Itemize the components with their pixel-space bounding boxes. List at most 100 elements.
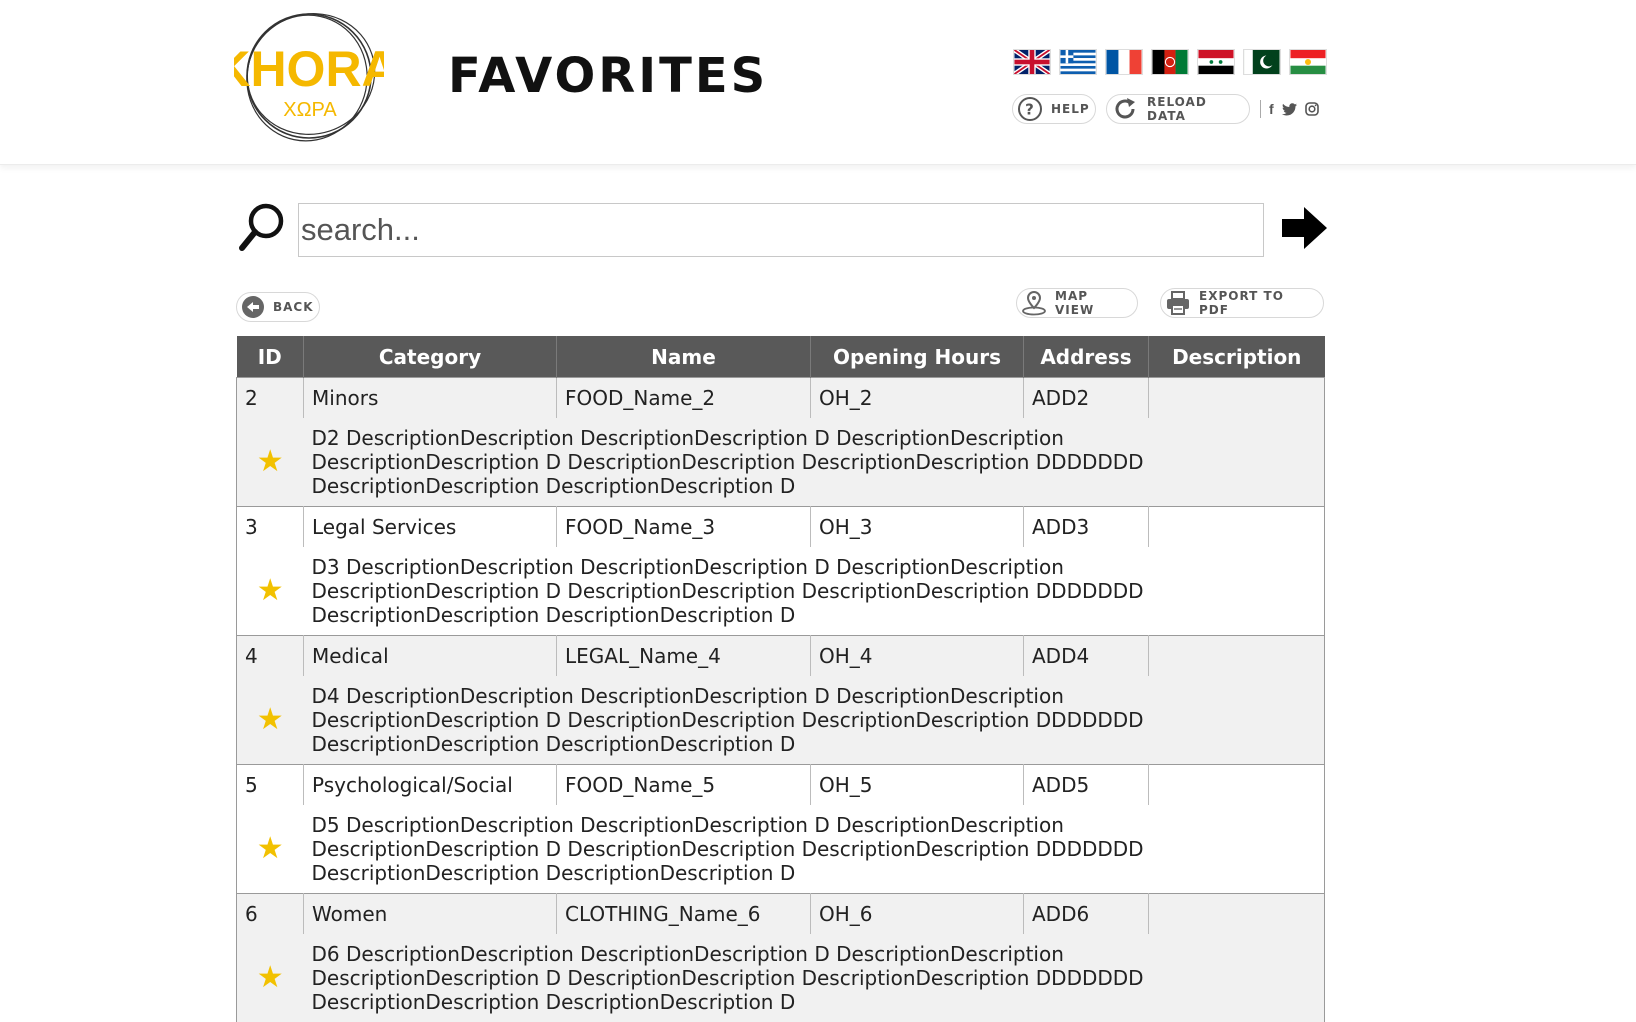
table-row[interactable]: 5 Psychological/Social FOOD_Name_5 OH_5 … — [236, 764, 1325, 805]
star-icon[interactable]: ★ — [257, 960, 284, 995]
favorite-toggle[interactable]: ★ — [236, 676, 304, 765]
star-icon[interactable]: ★ — [257, 702, 284, 737]
cell-opening-hours: OH_4 — [810, 635, 1024, 676]
column-header-address[interactable]: Address — [1023, 336, 1149, 378]
cell-id: 6 — [236, 893, 304, 934]
svg-text:ΧΩΡΑ: ΧΩΡΑ — [283, 99, 337, 121]
cell-category: Minors — [303, 377, 557, 418]
cell-category: Psychological/Social — [303, 764, 557, 805]
cell-description-empty — [1148, 635, 1325, 676]
language-flags — [1013, 49, 1327, 75]
table-row[interactable]: 3 Legal Services FOOD_Name_3 OH_3 ADD3 — [236, 506, 1325, 547]
cell-description-empty — [1148, 377, 1325, 418]
back-button[interactable]: BACK — [236, 292, 320, 322]
cell-description: D2 DescriptionDescription DescriptionDes… — [303, 418, 1325, 507]
table-row-description: ★ D6 DescriptionDescription DescriptionD… — [236, 934, 1325, 1022]
favorites-table: ID Category Name Opening Hours Address D… — [236, 336, 1325, 1022]
afghanistan-flag-icon[interactable] — [1151, 49, 1189, 75]
cell-address: ADD2 — [1023, 377, 1149, 418]
table-row-description: ★ D2 DescriptionDescription DescriptionD… — [236, 418, 1325, 507]
table-header-row: ID Category Name Opening Hours Address D… — [236, 336, 1325, 378]
top-header: KHORA ΧΩΡΑ FAVORITES — [0, 0, 1636, 165]
cell-id: 3 — [236, 506, 304, 547]
cell-description: D4 DescriptionDescription DescriptionDes… — [303, 676, 1325, 765]
cell-name: FOOD_Name_2 — [556, 377, 811, 418]
reload-icon — [1111, 95, 1139, 123]
map-pin-icon — [1021, 290, 1047, 316]
page-title: FAVORITES — [448, 48, 769, 104]
cell-id: 5 — [236, 764, 304, 805]
cell-id: 4 — [236, 635, 304, 676]
map-view-label: MAP VIEW — [1055, 289, 1095, 317]
table-row[interactable]: 4 Medical LEGAL_Name_4 OH_4 ADD4 — [236, 635, 1325, 676]
help-label: HELP — [1051, 102, 1090, 116]
cell-name: CLOTHING_Name_6 — [556, 893, 811, 934]
star-icon[interactable]: ★ — [257, 444, 284, 479]
column-header-opening-hours[interactable]: Opening Hours — [810, 336, 1024, 378]
pakistan-flag-icon[interactable] — [1243, 49, 1281, 75]
favorite-toggle[interactable]: ★ — [236, 934, 304, 1022]
table-row-description: ★ D5 DescriptionDescription DescriptionD… — [236, 805, 1325, 894]
cell-opening-hours: OH_2 — [810, 377, 1024, 418]
column-header-name[interactable]: Name — [556, 336, 811, 378]
star-icon[interactable]: ★ — [257, 831, 284, 866]
facebook-icon[interactable]: f — [1269, 101, 1274, 117]
map-view-button[interactable]: MAP VIEW — [1016, 288, 1138, 318]
arrow-right-icon[interactable] — [1282, 205, 1328, 251]
favorite-toggle[interactable]: ★ — [236, 418, 304, 507]
svg-text:?: ? — [1025, 101, 1035, 119]
cell-category: Women — [303, 893, 557, 934]
column-header-description[interactable]: Description — [1148, 336, 1325, 378]
printer-icon — [1165, 290, 1191, 316]
cell-description: D5 DescriptionDescription DescriptionDes… — [303, 805, 1325, 894]
table-row[interactable]: 2 Minors FOOD_Name_2 OH_2 ADD2 — [236, 377, 1325, 418]
cell-name: LEGAL_Name_4 — [556, 635, 811, 676]
favorite-toggle[interactable]: ★ — [236, 547, 304, 636]
cell-address: ADD5 — [1023, 764, 1149, 805]
instagram-icon[interactable] — [1304, 102, 1319, 116]
kurdistan-flag-icon[interactable] — [1289, 49, 1327, 75]
cell-category: Medical — [303, 635, 557, 676]
twitter-icon[interactable] — [1281, 102, 1297, 116]
cell-address: ADD6 — [1023, 893, 1149, 934]
cell-address: ADD4 — [1023, 635, 1149, 676]
cell-name: FOOD_Name_5 — [556, 764, 811, 805]
cell-address: ADD3 — [1023, 506, 1149, 547]
greece-flag-icon[interactable] — [1059, 49, 1097, 75]
reload-data-button[interactable]: RELOAD DATA — [1106, 94, 1250, 124]
table-row-description: ★ D3 DescriptionDescription DescriptionD… — [236, 547, 1325, 636]
social-links: f — [1260, 100, 1319, 118]
back-arrow-icon — [241, 295, 265, 319]
favorite-toggle[interactable]: ★ — [236, 805, 304, 894]
cell-opening-hours: OH_5 — [810, 764, 1024, 805]
help-button[interactable]: ? HELP — [1012, 94, 1096, 124]
cell-description-empty — [1148, 893, 1325, 934]
search-icon[interactable] — [238, 202, 286, 254]
column-header-id[interactable]: ID — [236, 336, 304, 378]
khora-logo[interactable]: KHORA ΧΩΡΑ — [234, 6, 384, 144]
cell-name: FOOD_Name_3 — [556, 506, 811, 547]
star-icon[interactable]: ★ — [257, 573, 284, 608]
table-row-description: ★ D4 DescriptionDescription DescriptionD… — [236, 676, 1325, 765]
svg-text:KHORA: KHORA — [234, 41, 384, 97]
help-icon: ? — [1017, 96, 1043, 122]
cell-opening-hours: OH_6 — [810, 893, 1024, 934]
export-label: EXPORT TO PDF — [1199, 289, 1284, 317]
table-row[interactable]: 6 Women CLOTHING_Name_6 OH_6 ADD6 — [236, 893, 1325, 934]
divider — [1260, 100, 1261, 118]
france-flag-icon[interactable] — [1105, 49, 1143, 75]
cell-description: D6 DescriptionDescription DescriptionDes… — [303, 934, 1325, 1022]
syria-flag-icon[interactable] — [1197, 49, 1235, 75]
export-pdf-button[interactable]: EXPORT TO PDF — [1160, 288, 1324, 318]
cell-id: 2 — [236, 377, 304, 418]
cell-opening-hours: OH_3 — [810, 506, 1024, 547]
reload-label: RELOAD DATA — [1147, 95, 1207, 123]
column-header-category[interactable]: Category — [303, 336, 557, 378]
back-label: BACK — [273, 300, 314, 314]
cell-description-empty — [1148, 764, 1325, 805]
search-input[interactable] — [298, 203, 1264, 257]
cell-description: D3 DescriptionDescription DescriptionDes… — [303, 547, 1325, 636]
uk-flag-icon[interactable] — [1013, 49, 1051, 75]
cell-description-empty — [1148, 506, 1325, 547]
cell-category: Legal Services — [303, 506, 557, 547]
